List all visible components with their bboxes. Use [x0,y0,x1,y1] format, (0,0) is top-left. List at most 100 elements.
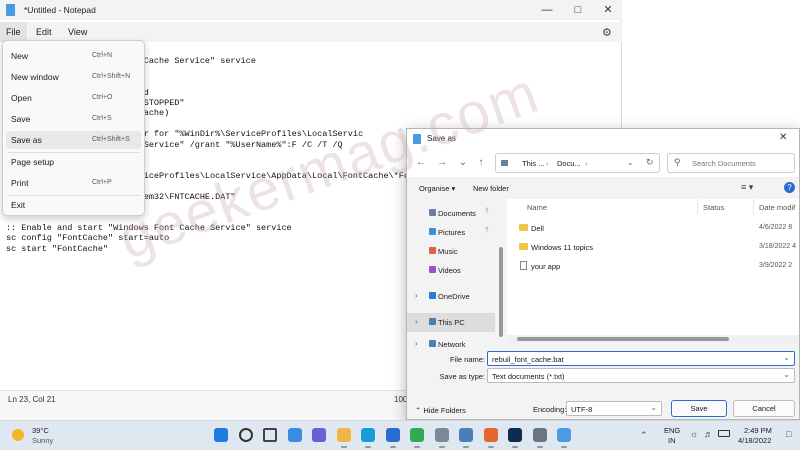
this-pc-icon [429,318,436,325]
chevron-down-icon[interactable]: ⌄ [650,403,657,412]
mail-icon[interactable] [459,428,473,448]
breadcrumb-this-pc[interactable]: This ... [522,159,545,168]
file-name: Windows 11 topics [531,243,593,252]
menu-item-label: Page setup [11,157,55,167]
settings-icon[interactable]: ⚙ [602,26,612,39]
hide-folders-button[interactable]: ⌃ Hide Folders [415,406,466,415]
search-icon[interactable] [238,428,253,442]
up-icon[interactable]: ↑ [473,155,489,171]
close-icon[interactable]: ✕ [593,0,623,20]
save-type-select[interactable]: Text documents (*.txt) ⌄ [487,368,795,383]
nav-item-pictures[interactable]: Pictures † [407,223,495,242]
menu-item-save-as[interactable]: Save as Ctrl+Shift+S [6,131,141,149]
edge-icon[interactable] [361,428,375,448]
file-date: 3/18/2022 4 [759,243,796,250]
chevron-down-icon[interactable]: ⌄ [783,353,790,362]
language-indicator[interactable]: ENG [664,426,680,435]
onedrive-icon [429,292,436,299]
back-icon[interactable]: ← [413,155,429,171]
save-button[interactable]: Save [671,400,727,417]
address-bar[interactable]: This ... › Docu... › ⌄ ↻ [495,153,660,173]
cancel-button[interactable]: Cancel [733,400,795,417]
scrollbar-thumb[interactable] [517,337,729,341]
file-name-field[interactable]: rebuil_font_cache.bat ⌄ [487,351,795,366]
battery-icon[interactable] [718,430,730,437]
encoding-select[interactable]: UTF-8 ⌄ [566,401,662,416]
wifi-icon[interactable]: ☼ [690,429,698,439]
task-view-icon[interactable] [263,428,277,442]
volume-icon[interactable]: ♬ [704,429,713,439]
breadcrumb-documents[interactable]: Docu... [557,159,581,168]
nav-item-network[interactable]: › Network [407,335,495,354]
nav-item-label: Network [438,340,466,349]
file-name: your app [531,262,561,271]
minimize-icon[interactable]: — [532,0,562,20]
clock-date[interactable]: 4/18/2022 [738,436,771,445]
nav-scrollbar[interactable] [497,199,505,343]
chrome-icon[interactable] [410,428,424,448]
new-folder-button[interactable]: New folder [473,184,509,193]
menu-item-shortcut: Ctrl+N [92,52,113,59]
organise-button[interactable]: Organise ▾ [419,184,455,193]
file-explorer-icon[interactable] [336,428,351,448]
chevron-right-icon[interactable]: › [415,291,418,300]
firefox-icon[interactable] [483,428,498,448]
chevron-right-icon[interactable]: › [415,317,418,326]
file-row[interactable]: Dell 4/6/2022 8 [507,219,799,238]
weather-temp[interactable]: 39°C [32,426,49,435]
menu-item-new[interactable]: New Ctrl+N [6,47,141,65]
nav-item-videos[interactable]: Videos [407,261,495,280]
menu-item-label: Save [11,114,31,124]
menu-item-new-window[interactable]: New window Ctrl+Shift+N [6,68,141,86]
search-input[interactable]: ⚲ Search Documents [667,153,795,173]
list-scrollbar[interactable] [507,335,799,343]
weather-desc[interactable]: Sunny [32,436,53,445]
app-icon[interactable] [434,428,449,448]
column-status[interactable]: Status [703,203,724,212]
chevron-down-icon[interactable]: ⌄ [783,370,790,379]
cursor-position: Ln 23, Col 21 [8,395,56,404]
photoshop-icon[interactable] [508,428,522,448]
menu-item-print[interactable]: Print Ctrl+P [6,174,141,192]
organise-label: Organise [419,184,450,193]
menu-edit[interactable]: Edit [30,22,58,42]
chevron-right-icon[interactable]: › [415,339,418,348]
chevron-up-icon[interactable]: ⌃ [640,430,648,441]
column-name[interactable]: Name [527,203,547,212]
settings-icon[interactable] [532,428,547,448]
widgets-icon[interactable] [287,428,302,442]
maximize-icon[interactable]: □ [563,0,593,20]
close-icon[interactable]: ✕ [779,132,787,143]
notification-icon[interactable]: □ [786,429,791,439]
nav-item-this-pc[interactable]: › This PC [407,313,495,332]
forward-icon[interactable]: → [434,155,450,171]
column-date[interactable]: Date modif [759,203,795,212]
menu-file[interactable]: File [0,22,27,42]
clock-time[interactable]: 2:49 PM [744,426,772,435]
chevron-down-icon[interactable]: ⌄ [627,158,634,167]
menu-item-shortcut: Ctrl+O [92,94,113,101]
nav-item-music[interactable]: Music [407,242,495,261]
videos-icon [429,266,436,273]
menu-item-exit[interactable]: Exit [6,196,141,214]
file-row[interactable]: your app 3/9/2022 2 [507,257,799,276]
refresh-icon[interactable]: ↻ [646,157,654,168]
chat-icon[interactable] [312,428,326,442]
scrollbar-thumb[interactable] [499,247,503,337]
menu-view[interactable]: View [62,22,93,42]
menu-item-page-setup[interactable]: Page setup [6,153,141,171]
notepad-icon[interactable] [557,428,571,448]
chevron-down-icon[interactable]: ⌄ [455,155,471,171]
help-icon[interactable]: ? [784,182,795,193]
store-icon[interactable] [385,428,400,448]
view-options-icon[interactable]: ≡ ▾ [741,182,753,193]
nav-item-label: This PC [438,318,465,327]
start-icon[interactable] [214,428,228,442]
nav-item-documents[interactable]: Documents † [407,204,495,223]
nav-item-onedrive[interactable]: › OneDrive [407,287,495,306]
file-row[interactable]: Windows 11 topics 3/18/2022 4 [507,238,799,257]
menu-item-save[interactable]: Save Ctrl+S [6,110,141,128]
menu-bar: File Edit View ⚙ [0,22,622,42]
menu-item-open[interactable]: Open Ctrl+O [6,89,141,107]
language-region[interactable]: IN [668,436,676,445]
